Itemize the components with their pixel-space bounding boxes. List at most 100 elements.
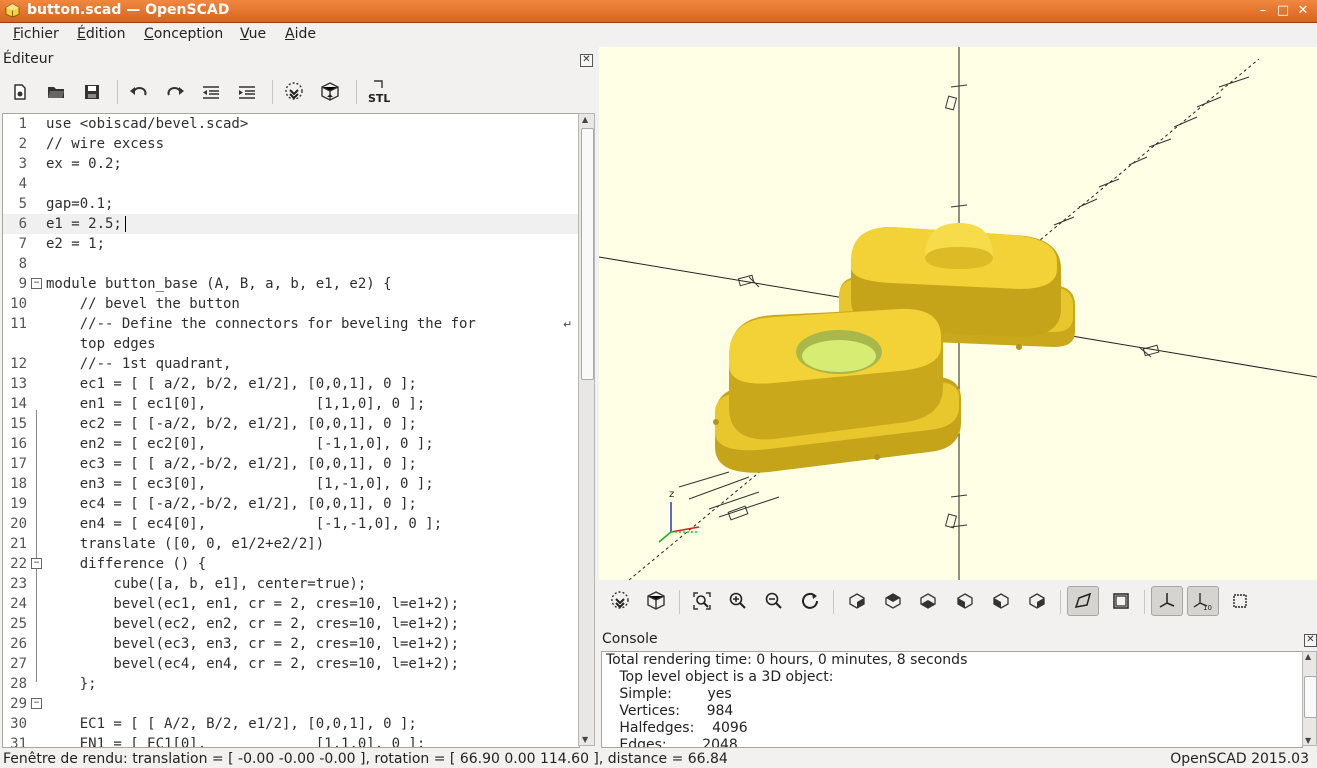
code-editor[interactable]: 1 use <obiscad/bevel.scad> 2 // wire excess… [2, 113, 580, 748]
code-line[interactable]: 27 bevel(ec4, en4, cr = 2, cres=10, l=e1… [3, 654, 579, 674]
editor-scrollbar[interactable]: ▲ ▼ [578, 113, 595, 746]
indent-icon[interactable] [233, 78, 261, 106]
fold-toggle-icon[interactable]: − [31, 278, 42, 289]
console-output[interactable]: Total rendering time: 0 hours, 0 minutes… [601, 651, 1303, 748]
maximize-button[interactable]: □ [1273, 1, 1293, 21]
menu-edition[interactable]: Édition [77, 26, 125, 42]
save-icon[interactable] [78, 78, 106, 106]
code-line[interactable]: 8 [3, 254, 579, 274]
code-line[interactable]: 10 // bevel the button [3, 294, 579, 314]
line-number: 2 [18, 136, 27, 152]
perspective-icon[interactable] [1067, 586, 1099, 616]
render-icon[interactable] [316, 78, 344, 106]
view-top-icon[interactable] [877, 586, 909, 616]
axes-gizmo [658, 502, 700, 543]
console-scrollbar[interactable]: ▲ ▼ [1302, 651, 1317, 746]
3d-viewport[interactable]: z [599, 47, 1317, 580]
code-line[interactable]: 22− difference () { [3, 554, 579, 574]
show-scale-icon[interactable]: 10 [1187, 586, 1219, 616]
code-line[interactable]: 26 bevel(ec3, en3, cr = 2, cres=10, l=e1… [3, 634, 579, 654]
undo-icon[interactable] [125, 78, 153, 106]
code-line[interactable]: 23 cube([a, b, e1], center=true); [3, 574, 579, 594]
render-icon[interactable] [640, 586, 672, 616]
new-file-icon[interactable] [6, 78, 34, 106]
view-bottom-icon[interactable] [912, 586, 944, 616]
preview-icon[interactable] [604, 586, 636, 616]
code-text: ec2 = [ [-a/2, b/2, e1/2], [0,0,1], 0 ]; [46, 416, 417, 432]
code-text: }; [46, 676, 97, 692]
code-line[interactable]: 4 [3, 174, 579, 194]
code-line[interactable]: 29− [3, 694, 579, 714]
console-close-icon[interactable]: ✕ [1304, 634, 1317, 647]
minimize-button[interactable]: – [1253, 1, 1273, 21]
line-number: 16 [10, 436, 27, 452]
code-line[interactable]: 15 ec2 = [ [-a/2, b/2, e1/2], [0,0,1], 0… [3, 414, 579, 434]
console-dock-header: Console ✕ [599, 629, 1317, 649]
line-number: 18 [10, 476, 27, 492]
menu-conception[interactable]: Conception [144, 26, 223, 42]
menu-aide[interactable]: Aide [285, 26, 316, 42]
export-stl-icon[interactable]: STL [364, 78, 392, 106]
code-line[interactable]: 3 ex = 0.2; [3, 154, 579, 174]
code-line[interactable]: 19 ec4 = [ [-a/2,-b/2, e1/2], [0,0,1], 0… [3, 494, 579, 514]
code-line[interactable]: 25 bevel(ec2, en2, cr = 2, cres=10, l=e1… [3, 614, 579, 634]
console-line: Simple: yes [606, 686, 732, 702]
code-line[interactable]: top edges [3, 334, 579, 354]
line-number: 23 [10, 576, 27, 592]
view-left-icon[interactable] [949, 586, 981, 616]
view-right-icon[interactable] [841, 586, 873, 616]
redo-icon[interactable] [161, 78, 189, 106]
editor-title: Éditeur [3, 51, 54, 67]
code-line[interactable]: 28 }; [3, 674, 579, 694]
zoom-in-icon[interactable] [722, 586, 754, 616]
fold-toggle-icon[interactable]: − [31, 558, 42, 569]
code-line[interactable]: 14 en1 = [ ec1[0], [1,1,0], 0 ]; [3, 394, 579, 414]
code-line[interactable]: 30 EC1 = [ [ A/2, B/2, e1/2], [0,0,1], 0… [3, 714, 579, 734]
line-number: 4 [18, 176, 27, 192]
editor-scrollbar-thumb[interactable] [581, 128, 594, 380]
open-file-icon[interactable] [42, 78, 70, 106]
code-line[interactable]: 24 bevel(ec1, en1, cr = 2, cres=10, l=e1… [3, 594, 579, 614]
code-line[interactable]: 20 en4 = [ ec4[0], [-1,-1,0], 0 ]; [3, 514, 579, 534]
code-line[interactable]: 11 //-- Define the connectors for beveli… [3, 314, 579, 334]
view-back-icon[interactable] [1021, 586, 1053, 616]
view-all-icon[interactable] [686, 586, 718, 616]
code-text: module button_base (A, B, a, b, e1, e2) … [46, 276, 392, 292]
code-line[interactable]: 13 ec1 = [ [ a/2, b/2, e1/2], [0,0,1], 0… [3, 374, 579, 394]
status-bar: Fenêtre de rendu: translation = [ -0.00 … [0, 748, 1317, 768]
code-line[interactable]: 5 gap=0.1; [3, 194, 579, 214]
menu-vue[interactable]: Vue [240, 26, 266, 42]
show-edges-icon[interactable] [1224, 586, 1256, 616]
code-line[interactable]: 21 translate ([0, 0, e1/2+e2/2]) [3, 534, 579, 554]
code-line[interactable]: 2 // wire excess [3, 134, 579, 154]
line-number: 28 [10, 676, 27, 692]
orthogonal-icon[interactable] [1105, 586, 1137, 616]
code-line[interactable]: 6 e1 = 2.5; [3, 214, 579, 234]
code-text: //-- Define the connectors for beveling … [46, 316, 476, 332]
line-number: 7 [18, 236, 27, 252]
code-line[interactable]: 12 //-- 1st quadrant, [3, 354, 579, 374]
console-scrollbar-thumb[interactable] [1304, 676, 1317, 718]
zoom-out-icon[interactable] [758, 586, 790, 616]
code-line[interactable]: 17 ec3 = [ [ a/2,-b/2, e1/2], [0,0,1], 0… [3, 454, 579, 474]
reset-view-icon[interactable] [794, 586, 826, 616]
code-line[interactable]: 18 en3 = [ ec3[0], [1,-1,0], 0 ]; [3, 474, 579, 494]
console-line: Vertices: 984 [606, 703, 734, 719]
console-line: Total rendering time: 0 hours, 0 minutes… [606, 652, 968, 668]
fold-toggle-icon[interactable]: − [31, 698, 42, 709]
view-front-icon[interactable] [985, 586, 1017, 616]
code-line[interactable]: 31 EN1 = [ EC1[0], [1,1,0], 0 ]; [3, 734, 579, 747]
close-button[interactable]: ✕ [1293, 1, 1313, 21]
line-number: 17 [10, 456, 27, 472]
show-axes-icon[interactable] [1151, 586, 1183, 616]
preview-icon[interactable] [280, 78, 308, 106]
menu-fichier[interactable]: Fichier [13, 26, 59, 42]
code-line[interactable]: 9− module button_base (A, B, a, b, e1, e2… [3, 274, 579, 294]
editor-toolbar: STL [0, 74, 598, 110]
code-line[interactable]: 7 e2 = 1; [3, 234, 579, 254]
code-text: ec4 = [ [-a/2,-b/2, e1/2], [0,0,1], 0 ]; [46, 496, 417, 512]
unindent-icon[interactable] [197, 78, 225, 106]
editor-close-icon[interactable]: ✕ [580, 54, 593, 67]
code-line[interactable]: 1 use <obiscad/bevel.scad> [3, 114, 579, 134]
code-line[interactable]: 16 en2 = [ ec2[0], [-1,1,0], 0 ]; [3, 434, 579, 454]
